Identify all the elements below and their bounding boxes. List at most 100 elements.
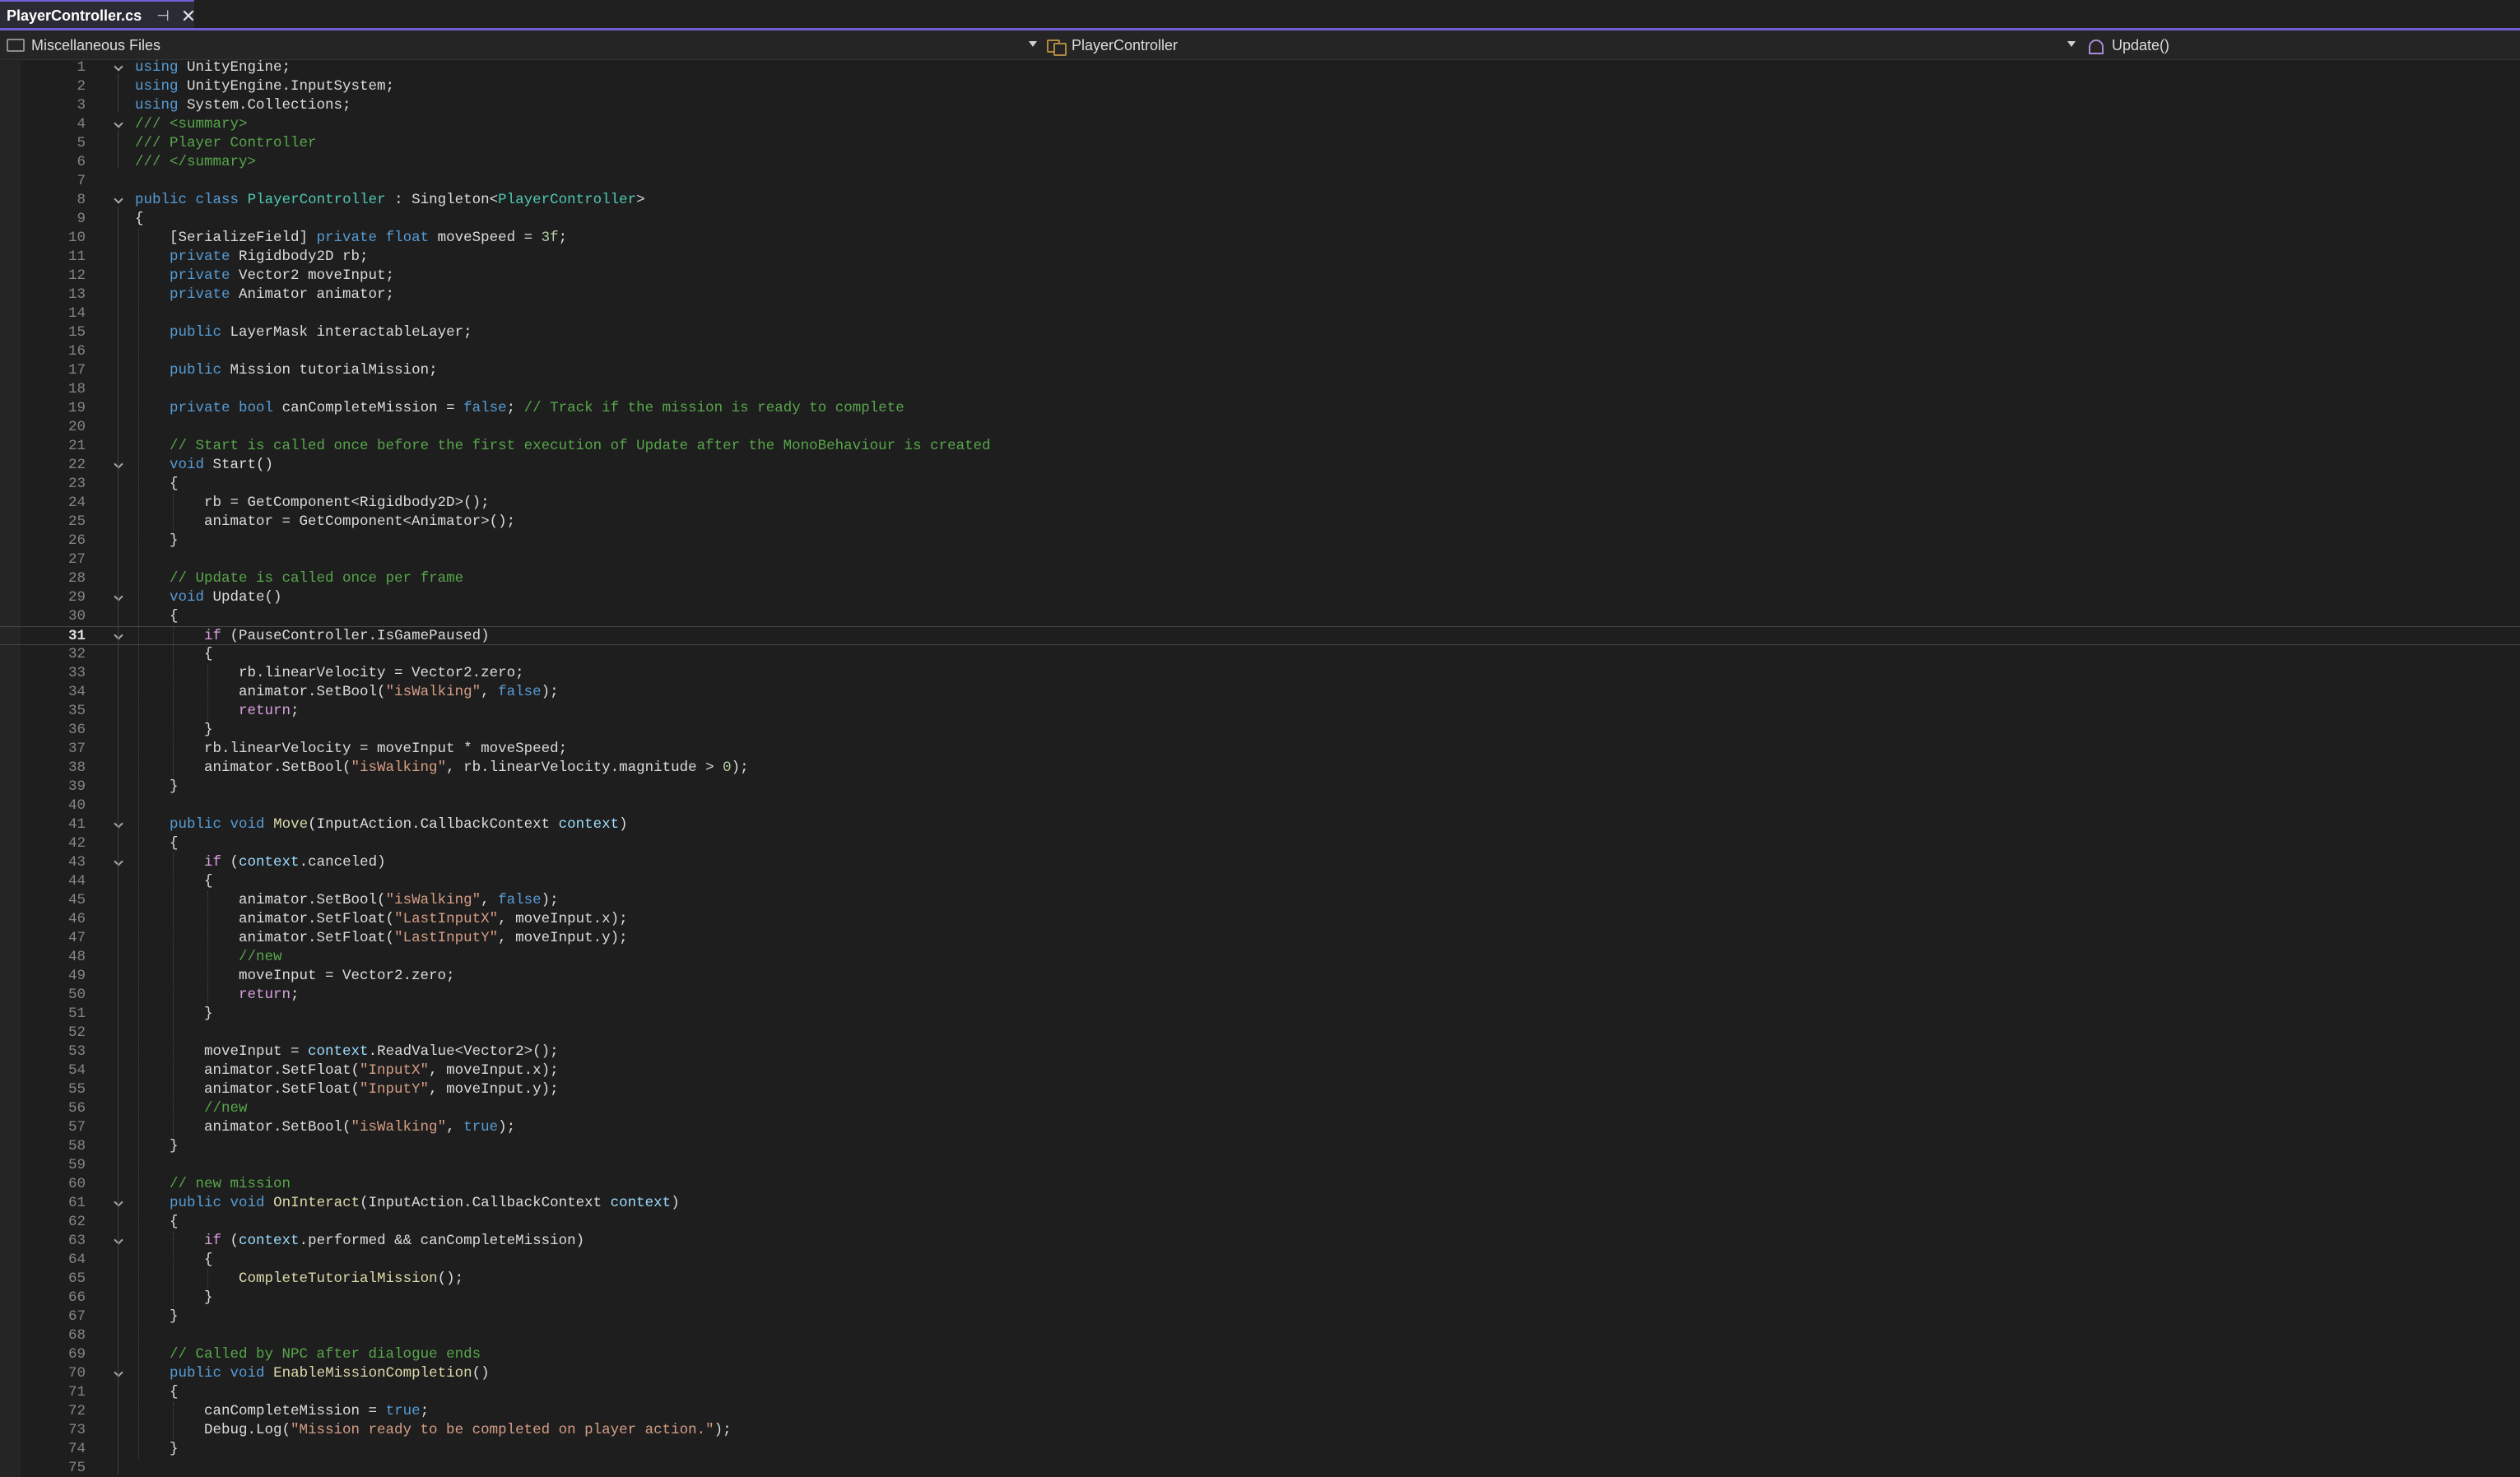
code-line[interactable]: 68 (0, 1326, 2520, 1345)
code-line[interactable]: 38 animator.SetBool("isWalking", rb.line… (0, 759, 2520, 778)
code-line[interactable]: 1 using UnityEngine; (0, 58, 2520, 77)
code-line[interactable]: 45 animator.SetBool("isWalking", false); (0, 891, 2520, 910)
code-line[interactable]: 74 } (0, 1440, 2520, 1459)
member-dropdown[interactable]: Update() (2087, 30, 2515, 60)
code-line[interactable]: 58 } (0, 1137, 2520, 1156)
code-line[interactable]: 3 using System.Collections; (0, 96, 2520, 115)
code-line[interactable]: 11 private Rigidbody2D rb; (0, 248, 2520, 267)
code-editor[interactable]: 1 using UnityEngine; 2 using UnityEngine.In… (0, 58, 2520, 1477)
code-line[interactable]: 49 moveInput = Vector2.zero; (0, 967, 2520, 986)
fold-toggle-icon[interactable] (114, 1364, 123, 1383)
pin-icon[interactable]: ⊣ (156, 7, 170, 25)
code-line[interactable]: 28 // Update is called once per frame (0, 569, 2520, 588)
code-line[interactable]: 30 { (0, 607, 2520, 626)
code-token: Start() (204, 457, 274, 473)
code-line[interactable]: 40 (0, 797, 2520, 815)
code-line[interactable]: 44 { (0, 872, 2520, 891)
code-line[interactable]: 35 return; (0, 702, 2520, 721)
code-line[interactable]: 52 (0, 1024, 2520, 1043)
code-line[interactable]: 50 return; (0, 986, 2520, 1005)
fold-toggle-icon[interactable] (114, 456, 123, 475)
code-line[interactable]: 10 [SerializeField] private float moveSp… (0, 229, 2520, 248)
code-line[interactable]: 23 { (0, 475, 2520, 494)
fold-toggle-icon[interactable] (114, 1194, 123, 1213)
code-line[interactable]: 59 (0, 1156, 2520, 1175)
fold-toggle-icon[interactable] (114, 58, 123, 77)
code-line[interactable]: 17 public Mission tutorialMission; (0, 361, 2520, 380)
code-line[interactable]: 42 { (0, 834, 2520, 853)
code-line[interactable]: 73 Debug.Log("Mission ready to be comple… (0, 1421, 2520, 1440)
code-line[interactable]: 16 (0, 342, 2520, 361)
code-line[interactable]: 6 /// </summary> (0, 153, 2520, 172)
code-line[interactable]: 22 void Start() (0, 456, 2520, 475)
code-line[interactable]: 4 /// <summary> (0, 115, 2520, 134)
code-line[interactable]: 27 (0, 550, 2520, 569)
code-area[interactable]: 1 using UnityEngine; 2 using UnityEngine.In… (0, 58, 2520, 1477)
code-line[interactable]: 15 public LayerMask interactableLayer; (0, 323, 2520, 342)
code-line[interactable]: 20 (0, 418, 2520, 437)
code-token: "isWalking" (351, 1119, 447, 1136)
code-line[interactable]: 48 //new (0, 948, 2520, 967)
fold-toggle-icon[interactable] (114, 191, 123, 210)
code-line[interactable]: 55 animator.SetFloat("InputY", moveInput… (0, 1080, 2520, 1099)
close-icon[interactable]: ✕ (181, 7, 196, 26)
code-line[interactable]: 61 public void OnInteract(InputAction.Ca… (0, 1194, 2520, 1213)
code-token: public (170, 324, 222, 341)
code-line[interactable]: 7 (0, 172, 2520, 191)
code-line[interactable]: 75 (0, 1459, 2520, 1477)
fold-toggle-icon[interactable] (114, 853, 123, 872)
project-dropdown[interactable]: Miscellaneous Files (7, 30, 1042, 60)
code-line[interactable]: 33 rb.linearVelocity = Vector2.zero; (0, 664, 2520, 683)
code-token: using (135, 97, 179, 114)
code-line[interactable]: 12 private Vector2 moveInput; (0, 267, 2520, 286)
code-line[interactable]: 9{ (0, 210, 2520, 229)
code-line[interactable]: 21 // Start is called once before the fi… (0, 437, 2520, 456)
code-line[interactable]: 37 rb.linearVelocity = moveInput * moveS… (0, 740, 2520, 759)
code-line[interactable]: 72 canCompleteMission = true; (0, 1402, 2520, 1421)
code-line[interactable]: 18 (0, 380, 2520, 399)
code-line[interactable]: 14 (0, 304, 2520, 323)
code-token: , (481, 892, 499, 908)
code-line[interactable]: 62 { (0, 1213, 2520, 1232)
code-line[interactable]: 43 if (context.canceled) (0, 853, 2520, 872)
code-line[interactable]: 56 //new (0, 1099, 2520, 1118)
code-line[interactable]: 2 using UnityEngine.InputSystem; (0, 77, 2520, 96)
code-line[interactable]: 8 public class PlayerController : Singlet… (0, 191, 2520, 210)
tab-playercontroller[interactable]: PlayerController.cs ⊣ ✕ (0, 0, 196, 30)
code-line[interactable]: 39 } (0, 778, 2520, 797)
fold-toggle-icon[interactable] (114, 815, 123, 834)
code-line[interactable]: 5 /// Player Controller (0, 134, 2520, 153)
code-line[interactable]: 67 } (0, 1307, 2520, 1326)
code-line[interactable]: 24 rb = GetComponent<Rigidbody2D>(); (0, 494, 2520, 513)
code-line[interactable]: 69 // Called by NPC after dialogue ends (0, 1345, 2520, 1364)
fold-toggle-icon[interactable] (114, 627, 123, 646)
code-line[interactable]: 41 public void Move(InputAction.Callback… (0, 815, 2520, 834)
code-line[interactable]: 46 animator.SetFloat("LastInputX", moveI… (0, 910, 2520, 929)
fold-toggle-icon[interactable] (114, 1232, 123, 1251)
code-line[interactable]: 70 public void EnableMissionCompletion() (0, 1364, 2520, 1383)
code-line[interactable]: 65 CompleteTutorialMission(); (0, 1270, 2520, 1289)
code-line[interactable]: 13 private Animator animator; (0, 286, 2520, 304)
fold-toggle-icon[interactable] (114, 588, 123, 607)
code-line[interactable]: 53 moveInput = context.ReadValue<Vector2… (0, 1043, 2520, 1061)
code-line[interactable]: 71 { (0, 1383, 2520, 1402)
code-line[interactable]: 32 { (0, 645, 2520, 664)
fold-toggle-icon[interactable] (114, 115, 123, 134)
code-line[interactable]: 51 } (0, 1005, 2520, 1024)
code-line[interactable]: 29 void Update() (0, 588, 2520, 607)
code-line[interactable]: 26 } (0, 532, 2520, 550)
type-dropdown[interactable]: PlayerController (1047, 30, 2079, 60)
code-line[interactable]: 47 animator.SetFloat("LastInputY", moveI… (0, 929, 2520, 948)
code-line[interactable]: 64 { (0, 1251, 2520, 1270)
code-line[interactable]: 25 animator = GetComponent<Animator>(); (0, 513, 2520, 532)
code-line[interactable]: 19 private bool canCompleteMission = fal… (0, 399, 2520, 418)
code-line[interactable]: 34 animator.SetBool("isWalking", false); (0, 683, 2520, 702)
code-line[interactable]: 54 animator.SetFloat("InputX", moveInput… (0, 1061, 2520, 1080)
code-line[interactable]: 36 } (0, 721, 2520, 740)
code-line[interactable]: 66 } (0, 1289, 2520, 1307)
code-line[interactable]: 60 // new mission (0, 1175, 2520, 1194)
code-line[interactable]: 57 animator.SetBool("isWalking", true); (0, 1118, 2520, 1137)
project-icon (7, 39, 25, 52)
code-line[interactable]: 63 if (context.performed && canCompleteM… (0, 1232, 2520, 1251)
code-line[interactable]: 31 if (PauseController.IsGamePaused) (0, 626, 2520, 645)
